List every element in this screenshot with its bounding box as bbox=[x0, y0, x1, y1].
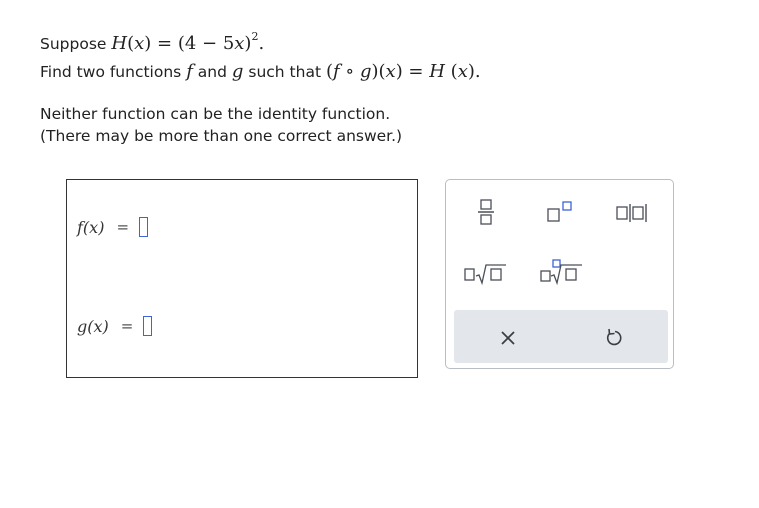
f-answer-input[interactable] bbox=[139, 217, 149, 237]
function-definition: Suppose H(x) = (4 − 5x)2. bbox=[40, 30, 264, 54]
task-statement: Find two functions f and g such that (f … bbox=[40, 61, 481, 82]
fraction-icon bbox=[478, 199, 494, 225]
f-answer-row: f(x) = bbox=[77, 213, 149, 241]
g-answer-input[interactable] bbox=[143, 316, 153, 336]
f-symbol: f bbox=[186, 61, 193, 82]
exponent-icon bbox=[547, 201, 572, 222]
and-word: and bbox=[197, 63, 227, 81]
exponent-button[interactable] bbox=[538, 195, 582, 231]
answer-box: f(x) = g(x) = bbox=[66, 179, 418, 378]
undo-icon bbox=[606, 328, 622, 346]
nth-root-icon bbox=[540, 259, 582, 286]
undo-button[interactable] bbox=[590, 318, 640, 356]
action-bar bbox=[454, 310, 668, 363]
clear-button[interactable] bbox=[483, 318, 533, 356]
absolute-value-icon bbox=[616, 204, 647, 222]
square-root-icon bbox=[464, 264, 506, 286]
g-symbol: g bbox=[231, 61, 244, 82]
composition-expression: (f ∘ g)(x) = H (x). bbox=[325, 61, 481, 82]
such-that-word: such that bbox=[248, 63, 322, 81]
note-line-2: (There may be more than one correct answ… bbox=[40, 127, 403, 145]
g-answer-row: g(x) = bbox=[77, 312, 153, 340]
g-equals-sign: = bbox=[120, 317, 134, 335]
absolute-value-button[interactable] bbox=[611, 195, 655, 231]
suppose-word: Suppose bbox=[40, 35, 107, 53]
nth-root-button[interactable] bbox=[539, 257, 583, 293]
f-label: f(x) bbox=[77, 217, 105, 237]
math-palette bbox=[445, 179, 674, 369]
find-prefix: Find two functions bbox=[40, 63, 182, 81]
clear-icon bbox=[501, 331, 515, 345]
function-expression: H(x) = (4 − 5x)2. bbox=[111, 30, 265, 54]
note-line-1: Neither function can be the identity fun… bbox=[40, 105, 391, 123]
g-label: g(x) bbox=[77, 316, 109, 336]
fraction-button[interactable] bbox=[465, 195, 509, 231]
f-equals-sign: = bbox=[116, 218, 130, 236]
square-root-button[interactable] bbox=[462, 257, 506, 293]
